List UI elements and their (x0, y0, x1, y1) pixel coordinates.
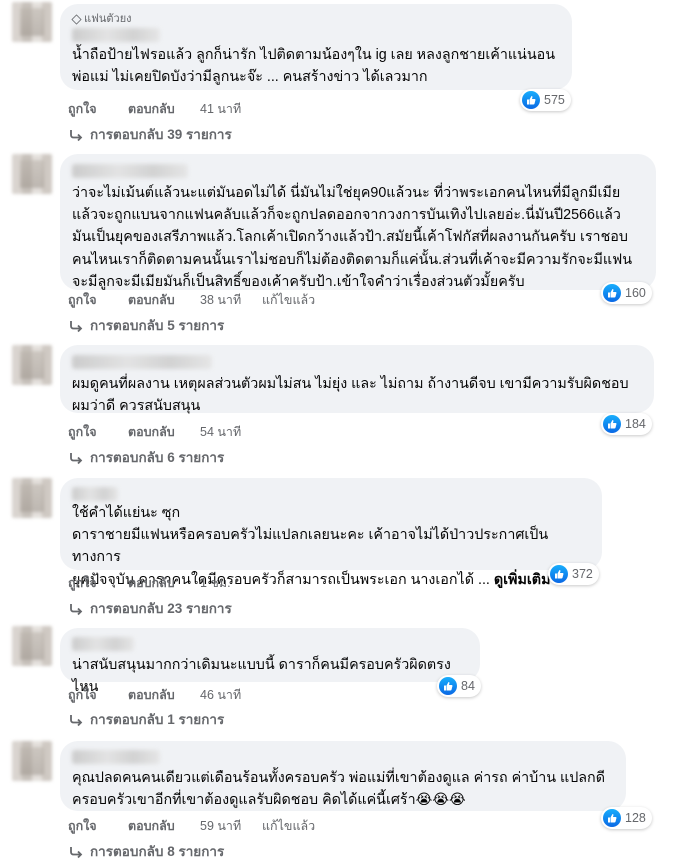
reaction-number: 128 (625, 811, 646, 825)
like-reaction-icon (439, 677, 457, 695)
comment-bubble: แฟนตัวยง น้ำถือป้ายไฟรอแล้ว ลูกก็น่ารัก … (60, 4, 572, 90)
reaction-count[interactable]: 128 (601, 807, 652, 829)
view-replies[interactable]: การตอบกลับ 8 รายการ (68, 843, 224, 861)
reaction-number: 84 (461, 679, 475, 693)
view-replies[interactable]: การตอบกลับ 39 รายการ (68, 126, 232, 144)
like-reaction-icon (603, 284, 621, 302)
replies-label: การตอบกลับ 6 รายการ (90, 450, 225, 465)
see-more-link[interactable]: ดูเพิ่มเติม (494, 572, 551, 588)
edited-label: แก้ไขแล้ว (262, 293, 316, 307)
comment-time[interactable]: 38 นาที (200, 292, 262, 308)
reply-arrow-icon (70, 715, 83, 727)
commenter-name[interactable] (72, 487, 118, 501)
comment-bubble: คุณปลดคนคนเดียวแต่เดือนร้อนทั้งครอบครัว … (60, 741, 626, 811)
replies-label: การตอบกลับ 5 รายการ (90, 318, 225, 333)
reaction-number: 372 (572, 567, 593, 581)
fan-badge: แฟนตัวยง (71, 12, 560, 26)
reply-arrow-icon (70, 321, 83, 333)
commenter-name[interactable] (72, 750, 160, 764)
reply-arrow-icon (70, 847, 83, 859)
diamond-icon (71, 13, 82, 25)
comment-time[interactable]: 59 นาที (200, 818, 262, 834)
reply-button[interactable]: ตอบกลับ (128, 424, 200, 440)
reaction-count[interactable]: 160 (601, 282, 652, 304)
view-replies[interactable]: การตอบกลับ 6 รายการ (68, 449, 224, 467)
comment-actions: ถูกใจ ตอบกลับ 1 ชม. (68, 575, 262, 591)
reply-button[interactable]: ตอบกลับ (128, 687, 200, 703)
view-replies[interactable]: การตอบกลับ 5 รายการ (68, 317, 224, 335)
replies-label: การตอบกลับ 23 รายการ (90, 601, 232, 616)
reaction-count[interactable]: 184 (601, 413, 652, 435)
reply-button[interactable]: ตอบกลับ (128, 101, 200, 117)
reply-arrow-icon (70, 604, 83, 616)
like-button[interactable]: ถูกใจ (68, 424, 128, 440)
comment-actions: ถูกใจ ตอบกลับ 59 นาที แก้ไขแล้ว (68, 818, 315, 834)
like-button[interactable]: ถูกใจ (68, 101, 128, 117)
view-replies[interactable]: การตอบกลับ 23 รายการ (68, 600, 232, 618)
avatar[interactable] (12, 154, 52, 194)
comment-bubble: ใช้คำได้แย่นะ ซุก ดาราชายมีแฟนหรือครอบคร… (60, 478, 602, 588)
like-reaction-icon (550, 565, 568, 583)
reaction-count[interactable]: 372 (548, 563, 599, 585)
like-button[interactable]: ถูกใจ (68, 818, 128, 834)
reply-button[interactable]: ตอบกลับ (128, 818, 200, 834)
reply-button[interactable]: ตอบกลับ (128, 575, 200, 591)
replies-label: การตอบกลับ 8 รายการ (90, 844, 225, 859)
commenter-name[interactable] (72, 164, 188, 178)
edited-label: แก้ไขแล้ว (262, 819, 316, 833)
commenter-name[interactable] (72, 637, 134, 651)
like-button[interactable]: ถูกใจ (68, 292, 128, 308)
replies-label: การตอบกลับ 39 รายการ (90, 127, 232, 142)
comment-time[interactable]: 1 ชม. (200, 575, 262, 591)
like-button[interactable]: ถูกใจ (68, 575, 128, 591)
commenter-name[interactable] (72, 355, 212, 369)
avatar[interactable] (12, 478, 52, 518)
avatar[interactable] (12, 2, 52, 42)
comment-time[interactable]: 54 นาที (200, 424, 262, 440)
replies-label: การตอบกลับ 1 รายการ (90, 712, 225, 727)
reaction-number: 575 (544, 93, 565, 107)
avatar[interactable] (12, 345, 52, 385)
comment-text: คุณปลดคนคนเดียวแต่เดือนร้อนทั้งครอบครัว … (72, 770, 605, 809)
avatar[interactable] (12, 626, 52, 666)
comment-bubble: น่าสนับสนุนมากกว่าเดิมนะแบบนี้ ดาราก็คนม… (60, 628, 480, 695)
comment-text: ผมดูคนที่ผลงาน เหตุผลส่วนตัวผมไม่สน ไม่ย… (72, 376, 629, 415)
comment-bubble: ว่าจะไม่เม้นต์แล้วนะแต่มันอดไม่ได้ นี่มั… (60, 154, 656, 290)
comment-actions: ถูกใจ ตอบกลับ 46 นาที (68, 687, 262, 703)
reply-button[interactable]: ตอบกลับ (128, 292, 200, 308)
reaction-number: 160 (625, 286, 646, 300)
avatar[interactable] (12, 741, 52, 781)
comment-actions: ถูกใจ ตอบกลับ 38 นาที แก้ไขแล้ว (68, 292, 315, 308)
reaction-number: 184 (625, 417, 646, 431)
reply-arrow-icon (70, 453, 83, 465)
like-reaction-icon (603, 415, 621, 433)
reaction-count[interactable]: 84 (437, 675, 481, 697)
like-button[interactable]: ถูกใจ (68, 687, 128, 703)
reaction-count[interactable]: 575 (520, 89, 571, 111)
comment-text: น้ำถือป้ายไฟรอแล้ว ลูกก็น่ารัก ไปติดตามน… (72, 47, 555, 86)
commenter-name[interactable] (72, 28, 160, 42)
comment-time[interactable]: 46 นาที (200, 687, 262, 703)
badge-label: แฟนตัวยง (84, 13, 132, 25)
reply-arrow-icon (70, 130, 83, 142)
comment-actions: ถูกใจ ตอบกลับ 54 นาที (68, 424, 262, 440)
comment-text: ว่าจะไม่เม้นต์แล้วนะแต่มันอดไม่ได้ นี่มั… (72, 185, 633, 290)
like-reaction-icon (603, 809, 621, 827)
comment-actions: ถูกใจ ตอบกลับ 41 นาที (68, 101, 262, 117)
like-reaction-icon (522, 91, 540, 109)
comment-bubble: ผมดูคนที่ผลงาน เหตุผลส่วนตัวผมไม่สน ไม่ย… (60, 345, 654, 414)
view-replies[interactable]: การตอบกลับ 1 รายการ (68, 711, 224, 729)
comment-time[interactable]: 41 นาที (200, 101, 262, 117)
